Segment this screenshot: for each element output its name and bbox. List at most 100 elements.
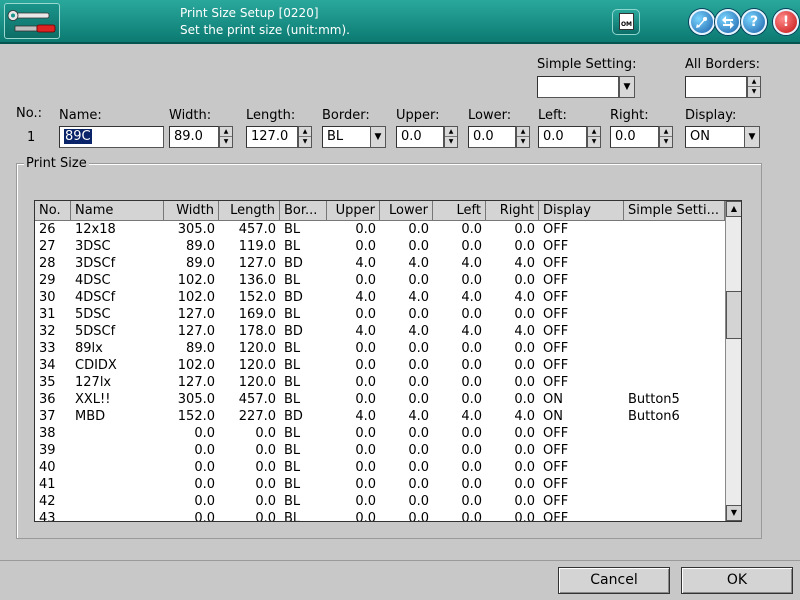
column-header-col-no[interactable]: No.: [35, 201, 71, 221]
border-dropdown[interactable]: BL: [322, 126, 372, 148]
table-cell-lower: 0.0: [408, 375, 429, 390]
table-row[interactable]: 40 0.0 0.0 BL 0.0 0.0 0.0 0.0 OFF: [35, 459, 725, 476]
scroll-down-icon[interactable]: ▼: [726, 505, 741, 521]
cancel-button[interactable]: Cancel: [558, 567, 670, 594]
table-cell-left: 4.0: [461, 290, 482, 305]
table-cell-no: 31: [39, 307, 56, 322]
lower-input[interactable]: 0.0: [468, 126, 516, 148]
table-row[interactable]: 37 MBD 152.0 227.0 BD 4.0 4.0 4.0 4.0 ON Button6: [35, 408, 725, 425]
table-cell-upper: 0.0: [355, 307, 376, 322]
spin-up-icon[interactable]: ▲: [748, 77, 760, 87]
table-cell-right: 0.0: [514, 443, 535, 458]
all-borders-input[interactable]: [685, 76, 747, 98]
table-row[interactable]: 41 0.0 0.0 BL 0.0 0.0 0.0 0.0 OFF: [35, 476, 725, 493]
spin-up-icon[interactable]: ▲: [517, 127, 529, 137]
column-header-col-simple-setting[interactable]: Simple Setti...: [624, 201, 725, 221]
table-row[interactable]: 39 0.0 0.0 BL 0.0 0.0 0.0 0.0 OFF: [35, 442, 725, 459]
display-dropdown[interactable]: ON: [685, 126, 745, 148]
table-row[interactable]: 43 0.0 0.0 BL 0.0 0.0 0.0 0.0 OFF: [35, 510, 725, 521]
table-row[interactable]: 38 0.0 0.0 BL 0.0 0.0 0.0 0.0 OFF: [35, 425, 725, 442]
column-header-col-name[interactable]: Name: [71, 201, 164, 221]
column-header-col-lower[interactable]: Lower: [380, 201, 433, 221]
spin-down-icon[interactable]: ▼: [748, 87, 760, 97]
swap-button[interactable]: [715, 9, 741, 35]
lower-spinner[interactable]: ▲ ▼: [516, 126, 530, 148]
swap-arrows-icon: [722, 16, 734, 29]
spin-up-icon[interactable]: ▲: [220, 127, 232, 137]
length-spinner[interactable]: ▲ ▼: [298, 126, 312, 148]
display-dropdown-arrow-icon[interactable]: ▼: [744, 126, 760, 148]
table-row[interactable]: 42 0.0 0.0 BL 0.0 0.0 0.0 0.0 OFF: [35, 493, 725, 510]
spin-down-icon[interactable]: ▼: [517, 137, 529, 147]
scroll-up-icon[interactable]: ▲: [726, 201, 741, 217]
table-row[interactable]: 29 4DSC 102.0 136.0 BL 0.0 0.0 0.0 0.0 OFF: [35, 272, 725, 289]
left-spinner[interactable]: ▲ ▼: [587, 126, 601, 148]
table-cell-name: [71, 510, 164, 521]
table-cell-width: 89.0: [186, 256, 215, 271]
column-header-col-border[interactable]: Bor...: [280, 201, 327, 221]
om-button[interactable]: OM: [612, 9, 640, 35]
scroll-thumb[interactable]: [726, 291, 741, 339]
simple-setting-dropdown-arrow-icon[interactable]: ▼: [619, 76, 635, 98]
table-cell-no: 42: [39, 494, 56, 509]
table-cell-simple-setting: [624, 306, 725, 323]
column-header-col-upper[interactable]: Upper: [327, 201, 380, 221]
border-dropdown-arrow-icon[interactable]: ▼: [370, 126, 386, 148]
table-cell-display: OFF: [543, 324, 569, 339]
table-cell-lower: 4.0: [408, 290, 429, 305]
table-cell-display: OFF: [543, 460, 569, 475]
table-row[interactable]: 28 3DSCf 89.0 127.0 BD 4.0 4.0 4.0 4.0 OFF: [35, 255, 725, 272]
table-cell-border: BL: [284, 494, 301, 509]
table-cell-length: 0.0: [255, 460, 276, 475]
right-spinner[interactable]: ▲ ▼: [659, 126, 673, 148]
print-size-table[interactable]: No. Name Width Length Bor... Upper Lower Left Ri…: [34, 200, 742, 522]
width-spinner[interactable]: ▲ ▼: [219, 126, 233, 148]
spin-down-icon[interactable]: ▼: [445, 137, 457, 147]
spin-up-icon[interactable]: ▲: [588, 127, 600, 137]
spin-up-icon[interactable]: ▲: [299, 127, 311, 137]
table-cell-name: 5DSCf: [75, 324, 116, 339]
spin-down-icon[interactable]: ▼: [588, 137, 600, 147]
simple-setting-dropdown[interactable]: [537, 76, 619, 98]
spin-down-icon[interactable]: ▼: [220, 137, 232, 147]
spin-up-icon[interactable]: ▲: [445, 127, 457, 137]
column-header-col-left[interactable]: Left: [433, 201, 486, 221]
ok-button[interactable]: OK: [681, 567, 793, 594]
table-scrollbar[interactable]: ▲ ▼: [725, 201, 741, 521]
left-input[interactable]: 0.0: [538, 126, 587, 148]
all-borders-spinner[interactable]: ▲ ▼: [747, 76, 761, 98]
width-input[interactable]: 89.0: [169, 126, 219, 148]
upper-input[interactable]: 0.0: [396, 126, 444, 148]
column-header-col-length[interactable]: Length: [219, 201, 280, 221]
table-row[interactable]: 36 XXL!! 305.0 457.0 BL 0.0 0.0 0.0 0.0 ON Button5: [35, 391, 725, 408]
spin-down-icon[interactable]: ▼: [299, 137, 311, 147]
length-input[interactable]: 127.0: [246, 126, 298, 148]
table-row[interactable]: 26 12x18 305.0 457.0 BL 0.0 0.0 0.0 0.0 OFF: [35, 221, 725, 238]
upper-spinner[interactable]: ▲ ▼: [444, 126, 458, 148]
right-input[interactable]: 0.0: [610, 126, 659, 148]
name-input[interactable]: 89C: [59, 126, 164, 148]
table-cell-simple-setting: [624, 272, 725, 289]
spin-up-icon[interactable]: ▲: [660, 127, 672, 137]
table-cell-display: OFF: [543, 477, 569, 492]
column-header-col-display[interactable]: Display: [539, 201, 624, 221]
table-row[interactable]: 35 127lx 127.0 120.0 BL 0.0 0.0 0.0 0.0 OFF: [35, 374, 725, 391]
table-cell-border: BL: [284, 307, 301, 322]
alert-button[interactable]: !: [773, 9, 799, 35]
table-cell-right: 0.0: [514, 307, 535, 322]
spin-down-icon[interactable]: ▼: [660, 137, 672, 147]
column-header-col-right[interactable]: Right: [486, 201, 539, 221]
table-row[interactable]: 27 3DSC 89.0 119.0 BL 0.0 0.0 0.0 0.0 OFF: [35, 238, 725, 255]
help-button[interactable]: ?: [741, 9, 767, 35]
rocket-button[interactable]: [689, 9, 715, 35]
table-row[interactable]: 32 5DSCf 127.0 178.0 BD 4.0 4.0 4.0 4.0 OFF: [35, 323, 725, 340]
table-row[interactable]: 33 89lx 89.0 120.0 BL 0.0 0.0 0.0 0.0 OFF: [35, 340, 725, 357]
table-cell-upper: 0.0: [355, 222, 376, 237]
column-header-col-width[interactable]: Width: [164, 201, 219, 221]
table-cell-lower: 0.0: [408, 239, 429, 254]
table-cell-upper: 0.0: [355, 358, 376, 373]
table-row[interactable]: 31 5DSC 127.0 169.0 BL 0.0 0.0 0.0 0.0 OFF: [35, 306, 725, 323]
table-row[interactable]: 34 CDIDX 102.0 120.0 BL 0.0 0.0 0.0 0.0 OFF: [35, 357, 725, 374]
table-cell-border: BD: [284, 409, 303, 424]
table-row[interactable]: 30 4DSCf 102.0 152.0 BD 4.0 4.0 4.0 4.0 OFF: [35, 289, 725, 306]
